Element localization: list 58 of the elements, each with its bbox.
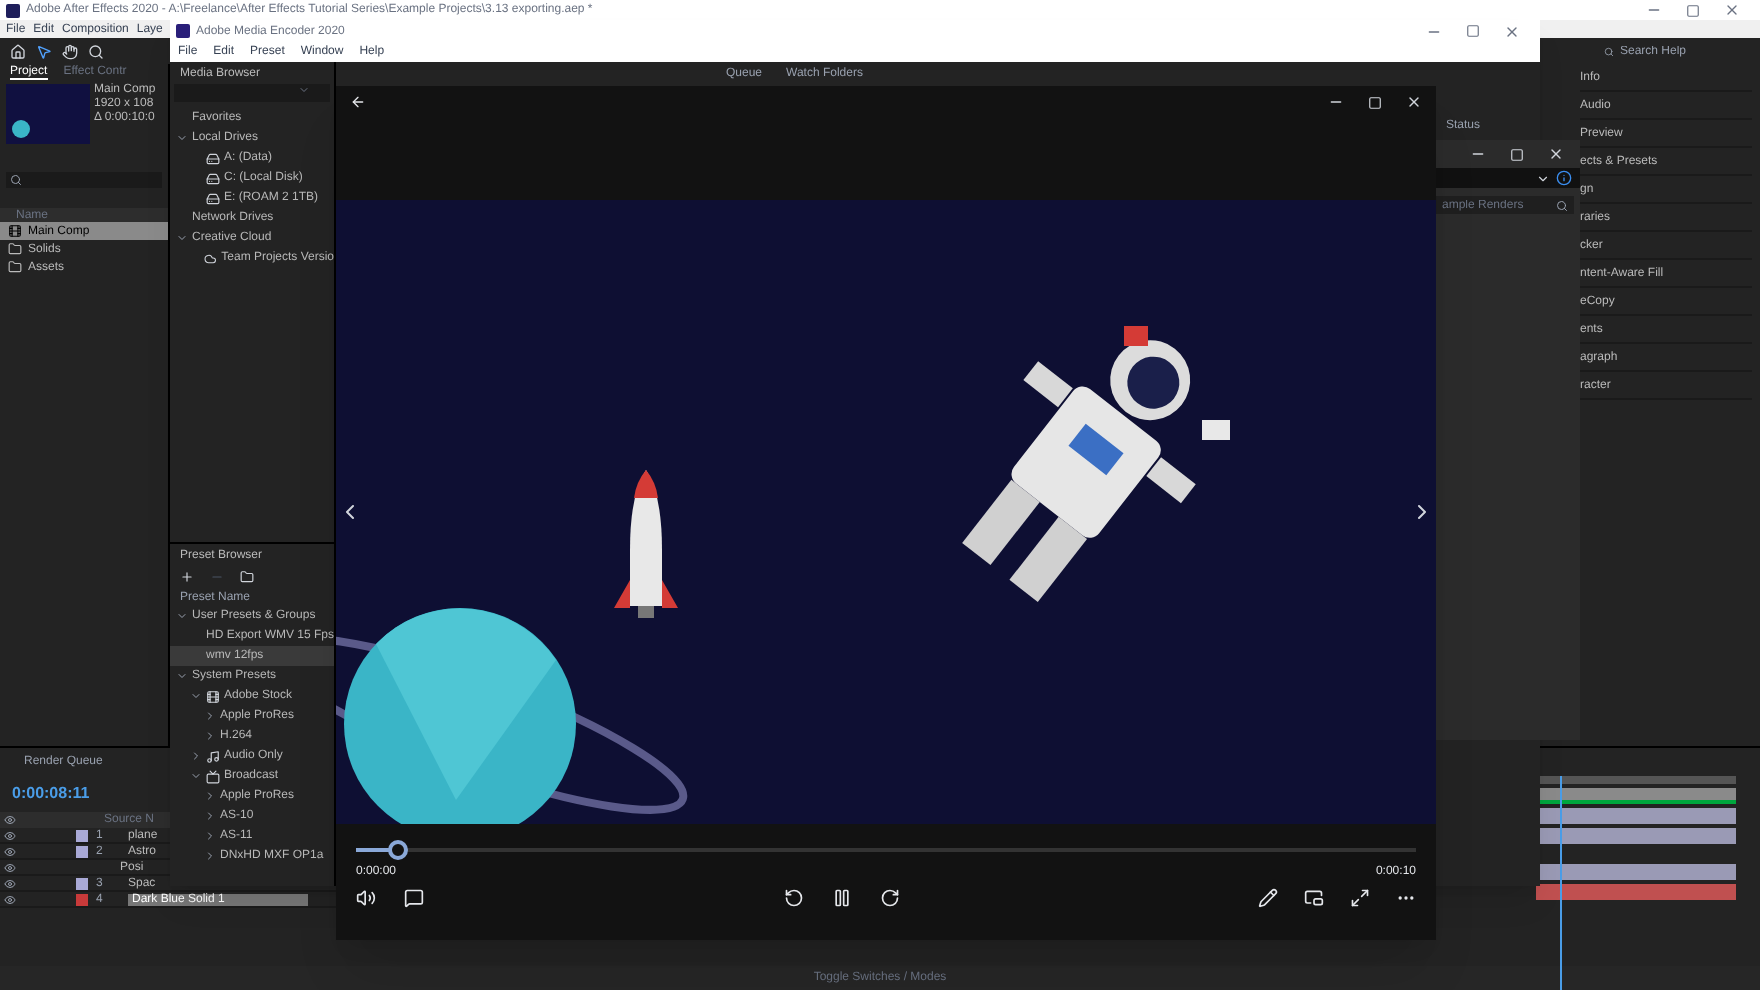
caret-down-icon[interactable]	[176, 670, 188, 682]
add-icon[interactable]	[180, 570, 194, 584]
folder-icon[interactable]	[240, 570, 254, 584]
eye-icon[interactable]	[4, 829, 16, 841]
comp-thumbnail	[6, 84, 90, 144]
caret-right-icon[interactable]	[204, 830, 216, 842]
eye-icon[interactable]	[4, 877, 16, 889]
label-color[interactable]	[76, 845, 88, 857]
volume-icon[interactable]	[356, 888, 376, 908]
hand-icon[interactable]	[62, 43, 78, 59]
caret-down-icon[interactable]	[176, 132, 188, 144]
folder-icon	[8, 242, 22, 256]
caret-right-icon[interactable]	[204, 850, 216, 862]
drive-icon	[206, 171, 220, 185]
drive-icon	[206, 191, 220, 205]
drive-icon	[206, 151, 220, 165]
app-icon	[6, 3, 20, 17]
caret-down-icon[interactable]	[190, 770, 202, 782]
search-icon[interactable]	[10, 174, 22, 186]
pointer-icon[interactable]	[36, 43, 52, 59]
rewind-icon[interactable]	[783, 888, 803, 908]
fullscreen-icon[interactable]	[1350, 888, 1370, 908]
stock-icon	[206, 689, 220, 703]
eye-icon	[4, 814, 16, 826]
search-icon	[1604, 45, 1614, 57]
home-icon[interactable]	[10, 43, 26, 59]
eye-icon[interactable]	[4, 845, 16, 857]
comp-icon	[8, 224, 22, 238]
caret-right-icon[interactable]	[204, 730, 216, 742]
caret-down-icon[interactable]	[176, 610, 188, 622]
forward-icon[interactable]	[879, 888, 899, 908]
caret-right-icon[interactable]	[204, 810, 216, 822]
mini-view-icon[interactable]	[1304, 888, 1324, 908]
dropdown-caret-icon[interactable]	[1536, 171, 1550, 185]
pause-icon[interactable]	[831, 888, 851, 908]
cloud-icon	[204, 251, 218, 265]
caret-right-icon[interactable]	[204, 710, 216, 722]
label-color[interactable]	[76, 829, 88, 841]
label-color[interactable]	[76, 877, 88, 889]
app-icon	[176, 24, 190, 38]
pencil-icon[interactable]	[1258, 888, 1278, 908]
caret-down-icon[interactable]	[190, 690, 202, 702]
eye-icon[interactable]	[4, 861, 16, 873]
eye-icon[interactable]	[4, 893, 16, 905]
broadcast-icon	[206, 769, 220, 783]
label-color[interactable]	[76, 893, 88, 905]
audio-icon	[206, 749, 220, 763]
back-icon[interactable]	[350, 94, 366, 110]
caret-right-icon[interactable]	[190, 750, 202, 762]
info-icon[interactable]	[1556, 170, 1572, 186]
timecode: 0:00:08:11	[12, 786, 90, 802]
seek-thumb[interactable]	[388, 840, 409, 860]
caret-down-icon[interactable]	[176, 232, 188, 244]
folder-icon	[8, 260, 22, 274]
captions-icon[interactable]	[404, 888, 424, 908]
zoom-icon[interactable]	[88, 43, 104, 59]
caret-right-icon[interactable]	[204, 790, 216, 802]
search-icon[interactable]	[1556, 199, 1568, 211]
